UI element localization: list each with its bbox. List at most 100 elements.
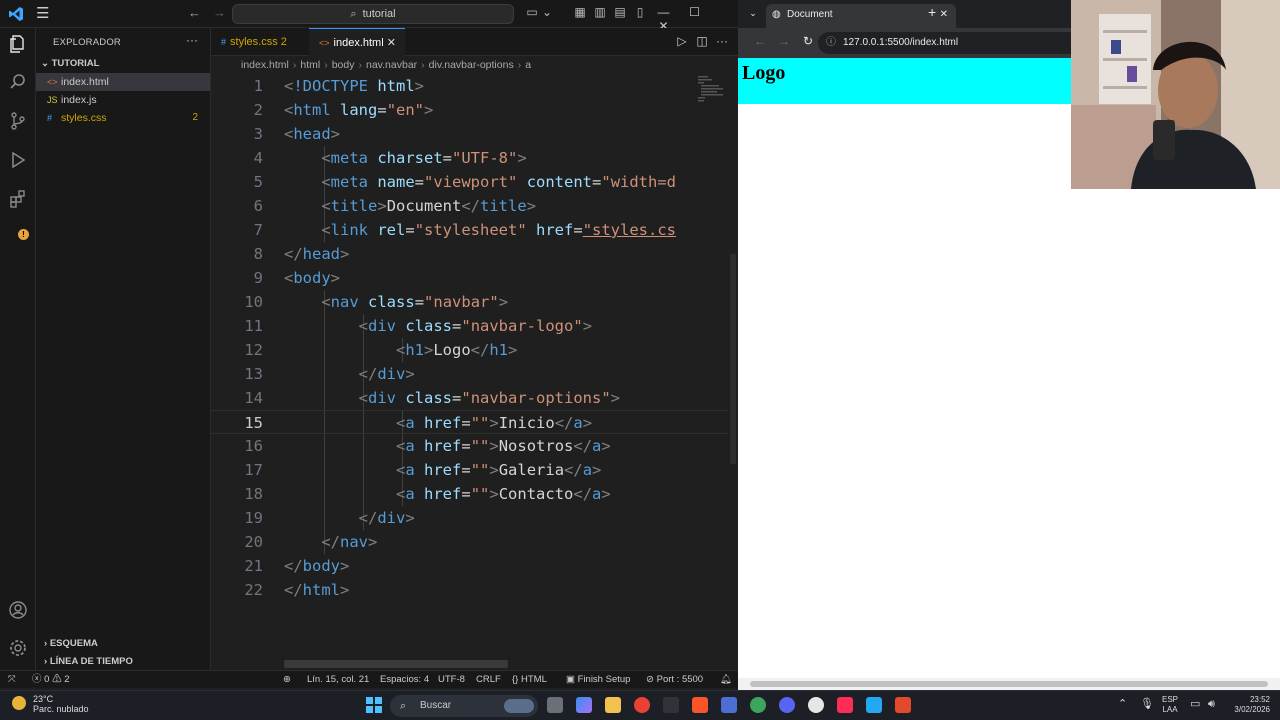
code-editor[interactable]: 1 <!DOCTYPE html> 2 <html lang="en"> 3 <hea… <box>211 74 728 658</box>
app-icon[interactable] <box>721 697 737 713</box>
source-control-icon[interactable] <box>6 111 30 135</box>
volume-icon[interactable]: 🔊︎ <box>1208 699 1215 710</box>
indentation[interactable]: Espacios: 4 <box>380 671 429 688</box>
extensions-icon[interactable] <box>6 189 30 213</box>
error-count: 0 <box>44 674 50 685</box>
more-actions-icon[interactable]: ··· <box>186 33 198 47</box>
customize-layout-icon[interactable]: ▦ <box>570 5 590 19</box>
copilot-icon[interactable]: ▭ <box>522 5 542 19</box>
chevron-down-icon[interactable]: ⌄ <box>542 5 552 19</box>
remote-icon[interactable]: ⤧ <box>8 671 16 688</box>
windows-taskbar: 23°C Parc. nublado ⌕ Buscar ⌃ 🎙︎ ESP LAA ▭… <box>0 690 1280 720</box>
problems-indicator[interactable]: ⓧ 0 ⚠ 2 <box>32 671 70 688</box>
notifications-icon[interactable]: 🔔︎ <box>720 671 732 688</box>
breadcrumb-item[interactable]: div.navbar-options <box>429 59 514 71</box>
line-number: 6 <box>253 197 263 215</box>
warning-icon: ⚠ <box>52 674 62 685</box>
search-label: Buscar <box>420 700 452 711</box>
microphone-icon[interactable]: 🎙︎ <box>1140 699 1154 710</box>
tiktok-icon[interactable] <box>837 697 853 713</box>
scrollbar-thumb[interactable] <box>730 254 736 464</box>
run-icon[interactable]: ▷ <box>672 34 692 48</box>
token: charset <box>377 149 443 167</box>
css-file-icon: # <box>221 37 227 47</box>
breadcrumb-item[interactable]: nav.navbar <box>366 59 417 71</box>
manage-gear-icon[interactable] <box>6 638 30 662</box>
code-line: 12 <h1>Logo</h1> <box>211 338 728 362</box>
tray-chevron-icon[interactable]: ⌃ <box>1118 699 1127 710</box>
split-editor-icon[interactable]: ◫ <box>692 34 712 48</box>
command-center-search[interactable]: ⌕ tutorial <box>232 4 514 24</box>
search-icon[interactable] <box>6 72 30 96</box>
network-icon[interactable]: ▭ <box>1190 699 1200 710</box>
tab-search-icon[interactable]: ⌄ <box>746 6 760 20</box>
taskbar-search[interactable]: ⌕ Buscar <box>390 695 538 717</box>
editor-vertical-scrollbar[interactable] <box>728 74 738 658</box>
task-view-icon[interactable] <box>547 697 563 713</box>
outline-section[interactable]: › ESQUEMA <box>44 638 98 649</box>
app-icon[interactable] <box>895 697 911 713</box>
vscode-taskbar-icon[interactable] <box>866 697 882 713</box>
chrome-icon[interactable] <box>634 697 650 713</box>
finish-setup[interactable]: ▣ Finish Setup <box>566 671 630 688</box>
site-info-icon[interactable]: ⓘ <box>826 32 836 54</box>
app-icon[interactable] <box>750 697 766 713</box>
breadcrumb-item[interactable]: body <box>332 59 355 71</box>
tab-styles-css[interactable]: # styles.css 2 <box>211 28 309 56</box>
toggle-panel-icon[interactable]: ▤ <box>610 5 630 19</box>
encoding[interactable]: UTF-8 <box>438 671 465 688</box>
line-number: 5 <box>253 173 263 191</box>
clock[interactable]: 23:52 3/02/2026 <box>1226 695 1270 715</box>
copilot-app-icon[interactable] <box>576 697 592 713</box>
breadcrumb-item[interactable]: a <box>525 59 531 71</box>
activity-bar: ! <box>0 28 36 670</box>
chatgpt-icon[interactable] <box>808 697 824 713</box>
new-tab-icon[interactable]: + <box>928 4 936 20</box>
browser-horizontal-scrollbar[interactable] <box>738 678 1280 690</box>
forward-icon[interactable]: → <box>772 34 796 48</box>
code-line: 1 <!DOCTYPE html> <box>211 74 728 98</box>
tab-index-html[interactable]: <> index.html ✕ <box>309 28 405 56</box>
zoom-icon[interactable]: ⊕ <box>283 671 291 688</box>
maximize-icon[interactable]: ☐ <box>679 5 710 19</box>
toggle-secondary-sidebar-icon[interactable]: ▯ <box>630 5 650 19</box>
navigation-arrows[interactable]: ←→ <box>188 5 238 20</box>
explorer-icon[interactable] <box>6 34 30 58</box>
tab-close-icon[interactable]: ✕ <box>940 4 948 26</box>
line-number: 20 <box>244 533 263 551</box>
minimap[interactable] <box>696 74 724 104</box>
language-mode[interactable]: {} HTML <box>512 671 547 688</box>
file-styles-css[interactable]: # styles.css 2 <box>36 109 210 127</box>
windows-start-icon[interactable] <box>366 697 382 713</box>
token: title <box>480 197 527 215</box>
toggle-sidebar-icon[interactable]: ▥ <box>590 5 610 19</box>
token: lang <box>340 101 378 119</box>
account-icon[interactable] <box>6 600 30 624</box>
cursor-position[interactable]: Lín. 15, col. 21 <box>307 671 369 688</box>
editor-horizontal-scrollbar[interactable] <box>284 660 508 668</box>
line-number: 22 <box>244 581 263 599</box>
back-arrow-icon[interactable]: ← <box>188 5 213 20</box>
breadcrumb-item[interactable]: index.html <box>241 59 289 71</box>
reload-icon[interactable]: ↻ <box>796 34 820 48</box>
back-icon[interactable]: ← <box>748 34 772 48</box>
file-explorer-icon[interactable] <box>605 697 621 713</box>
language-indicator[interactable]: ESP LAA <box>1162 695 1178 715</box>
file-index-js[interactable]: JS index.js <box>36 91 210 109</box>
tab-close-icon[interactable]: ✕ <box>387 37 396 49</box>
live-server-port[interactable]: ⊘ Port : 5500 <box>646 671 703 688</box>
minimize-icon[interactable]: — <box>648 5 679 19</box>
line-ending[interactable]: CRLF <box>476 671 501 688</box>
folder-tutorial[interactable]: ⌄ TUTORIAL <box>41 58 99 69</box>
brave-icon[interactable] <box>692 697 708 713</box>
timeline-section[interactable]: › LÍNEA DE TIEMPO <box>44 656 133 667</box>
file-index-html[interactable]: <> index.html <box>36 73 210 91</box>
app-icon[interactable] <box>663 697 679 713</box>
keyboard-layout: LAA <box>1162 705 1178 714</box>
hamburger-menu-icon[interactable]: ☰ <box>36 4 49 22</box>
more-actions-icon[interactable]: ··· <box>712 34 732 48</box>
discord-icon[interactable] <box>779 697 795 713</box>
breadcrumb-item[interactable]: html <box>300 59 320 71</box>
scrollbar-thumb[interactable] <box>750 681 1268 687</box>
run-debug-icon[interactable] <box>6 150 30 174</box>
